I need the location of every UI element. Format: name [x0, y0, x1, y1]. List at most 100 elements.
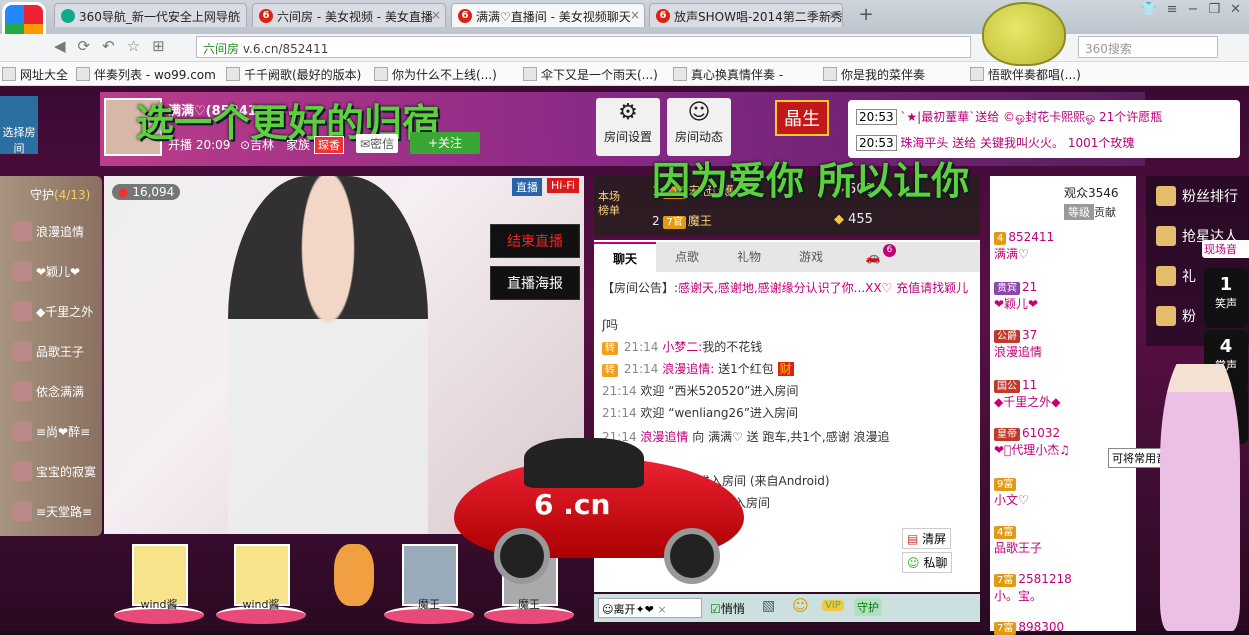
money-icon: ◆ — [834, 212, 844, 227]
rank-id: 2581218 — [1018, 572, 1072, 586]
close-window-icon[interactable]: ✕ — [1230, 2, 1241, 22]
quiet-checkbox[interactable]: ☑悄悄 — [710, 600, 745, 617]
rank-entry[interactable]: 4 852411 满满♡ — [994, 230, 1054, 262]
back-icon[interactable]: ◀ — [54, 37, 66, 55]
bookmark[interactable]: 伴奏列表 - wo99.com — [76, 66, 216, 83]
chat-time: 21:14 — [623, 340, 659, 354]
choose-room-button[interactable]: 选择房间 — [0, 96, 38, 155]
guard-title: 守护(4/13) — [30, 186, 90, 203]
close-icon[interactable]: × — [232, 8, 242, 22]
private-chat-button[interactable]: ☺ 私聊 — [902, 552, 953, 573]
chat-user[interactable]: 小梦二: — [662, 340, 702, 354]
undo-icon[interactable]: ↶ — [102, 37, 115, 55]
fans-rank-button[interactable]: 粉丝排行 — [1148, 176, 1246, 216]
guard-member[interactable]: 浪漫追情 — [12, 218, 100, 244]
rank-entry[interactable]: 国公 11 ◆千里之外◆ — [994, 378, 1060, 410]
tab-room[interactable]: 6 满满♡直播间 - 美女视频聊天 × — [451, 3, 645, 27]
heart-icon — [1156, 306, 1176, 326]
restore-icon[interactable]: ❐ — [1208, 2, 1220, 22]
vip-button[interactable]: VIP — [822, 600, 844, 611]
announcement: 【房间公告】:感谢天,感谢地,感谢缘分认识了你...XX♡ 充值请找颖儿 — [602, 280, 972, 296]
chat-target-select[interactable]: ☺离开✦❤ × — [598, 598, 702, 618]
rank-entry[interactable]: 皇帝 61032 ❤ﾞ代理小杰♫ — [994, 426, 1070, 458]
guard-member[interactable]: ❤颖儿❤ — [12, 258, 100, 284]
guard-member[interactable]: ◆千里之外 — [12, 298, 100, 324]
guard-member[interactable]: 依念满满 — [12, 378, 100, 404]
bookmark[interactable]: 真心换真情伴奏 - — [673, 66, 783, 83]
rank-entry[interactable]: 7富 898300 — [994, 620, 1064, 635]
emoji-icon[interactable]: ☺ — [792, 596, 809, 615]
skin-icon[interactable]: 👕 — [1140, 2, 1156, 22]
message-button[interactable]: ✉密信 — [356, 134, 399, 153]
chat-user[interactable]: 浪漫追情: — [662, 362, 714, 376]
gift-name: 魔王 — [518, 598, 540, 611]
rank-badge: 皇帝 — [994, 428, 1020, 441]
guard-title-label: 守护 — [30, 188, 55, 202]
grid-icon[interactable]: ⊞ — [152, 37, 165, 55]
tab-6cn[interactable]: 6 六间房 - 美女视频 - 美女直播 × — [252, 3, 446, 27]
coin-icon: ● — [118, 185, 129, 199]
rank-entry[interactable]: 9富 小文♡ — [994, 476, 1029, 508]
rank-number: 2 — [652, 214, 660, 228]
new-tab-button[interactable]: + — [851, 4, 881, 26]
guard-member[interactable]: ≡天堂路≡ — [12, 498, 100, 524]
room-settings-button[interactable]: ⚙ 房间设置 — [596, 98, 660, 156]
refresh-icon[interactable]: ⟳ — [78, 37, 91, 55]
tab-car[interactable]: 🚗 6 — [842, 242, 904, 272]
close-icon[interactable]: × — [630, 8, 640, 22]
bookmark[interactable]: 你是我的菜伴奏 — [823, 66, 925, 83]
tab-show[interactable]: 6 放声SHOW唱-2014第二季新秀 × — [649, 3, 843, 27]
search-input[interactable]: 360搜索 — [1078, 36, 1218, 58]
rank-entry[interactable]: 7富 2581218 小。宝。 — [994, 572, 1072, 604]
end-live-button[interactable]: 结束直播 — [490, 224, 580, 258]
close-icon[interactable]: × — [657, 603, 666, 616]
star-badge[interactable]: 晶生 — [775, 100, 829, 136]
chat-text: 欢迎 “西米520520”进入房间 — [640, 384, 799, 398]
guard-member[interactable]: 品歌王子 — [12, 338, 100, 364]
bookmark[interactable]: 你为什么不上线(...) — [374, 66, 497, 83]
follow-button[interactable]: +关注 — [410, 132, 480, 154]
guard-member[interactable]: 宝宝的寂寞 — [12, 458, 100, 484]
minimize-icon[interactable]: − — [1188, 2, 1199, 22]
mic-icon[interactable]: 🎙 — [116, 498, 139, 519]
sound-laugh-button[interactable]: 1 笑声 — [1204, 268, 1248, 328]
tab-song[interactable]: 点歌 — [656, 242, 718, 272]
family-badge[interactable]: 琛香 — [314, 136, 344, 154]
clear-button[interactable]: ▤ 清屏 — [902, 528, 952, 549]
contribution-tab[interactable]: 贡献 — [1094, 204, 1116, 220]
address-bar[interactable]: 六间房 v.6.cn/852411 — [196, 36, 971, 58]
gift-pedestal[interactable]: wind酱 — [114, 544, 204, 624]
announcement-tail: ʃ吗 — [602, 318, 619, 332]
guard-member[interactable]: ≡尚❤醉≡ — [12, 418, 100, 444]
bookmark[interactable]: 千千阙歌(最好的版本) — [226, 66, 361, 83]
tab-game[interactable]: 游戏 — [780, 242, 842, 272]
bookmark[interactable]: 悟歌伴奏都唱(...) — [970, 66, 1081, 83]
live-poster-button[interactable]: 直播海报 — [490, 266, 580, 300]
level-tab[interactable]: 等级 — [1064, 204, 1094, 220]
tab-chat[interactable]: 聊天 — [594, 242, 656, 272]
6cn-icon: 6 — [656, 9, 670, 23]
bookmark[interactable]: 网址大全 — [2, 66, 68, 83]
mascot-icon — [982, 2, 1066, 66]
menu-icon[interactable]: ≡ — [1167, 2, 1178, 22]
close-icon[interactable]: × — [431, 8, 441, 22]
tab-gift[interactable]: 礼物 — [718, 242, 780, 272]
rank-entry[interactable]: 公爵 37 浪漫追情 — [994, 328, 1042, 360]
gift-pedestal[interactable]: wind酱 — [216, 544, 306, 624]
bookmark[interactable]: 伞下又是一个雨天(...) — [523, 66, 658, 83]
leaderboard-row[interactable]: 2 7官 魔王 — [652, 212, 712, 229]
close-icon[interactable]: × — [828, 8, 838, 22]
guard-button[interactable]: 守护 — [854, 598, 882, 616]
chat-time: 21:14 — [602, 384, 637, 398]
rank-entry[interactable]: 贵宾 21 ❤颖儿❤ — [994, 280, 1038, 312]
rank-entry[interactable]: 4富 品歌王子 — [994, 524, 1042, 556]
rank-badge: 贵宾 — [994, 282, 1020, 295]
tab-360[interactable]: 360导航_新一代安全上网导航 × — [54, 3, 247, 27]
room-news-button[interactable]: ☺ 房间动态 — [667, 98, 731, 156]
360-icon — [61, 9, 75, 23]
mail-icon: ✉ — [360, 137, 371, 151]
image-icon[interactable]: ▧ — [762, 598, 775, 614]
star-icon[interactable]: ☆ — [127, 37, 140, 55]
user-icon: ☺ — [907, 556, 920, 570]
gift-pedestal[interactable] — [314, 544, 392, 624]
